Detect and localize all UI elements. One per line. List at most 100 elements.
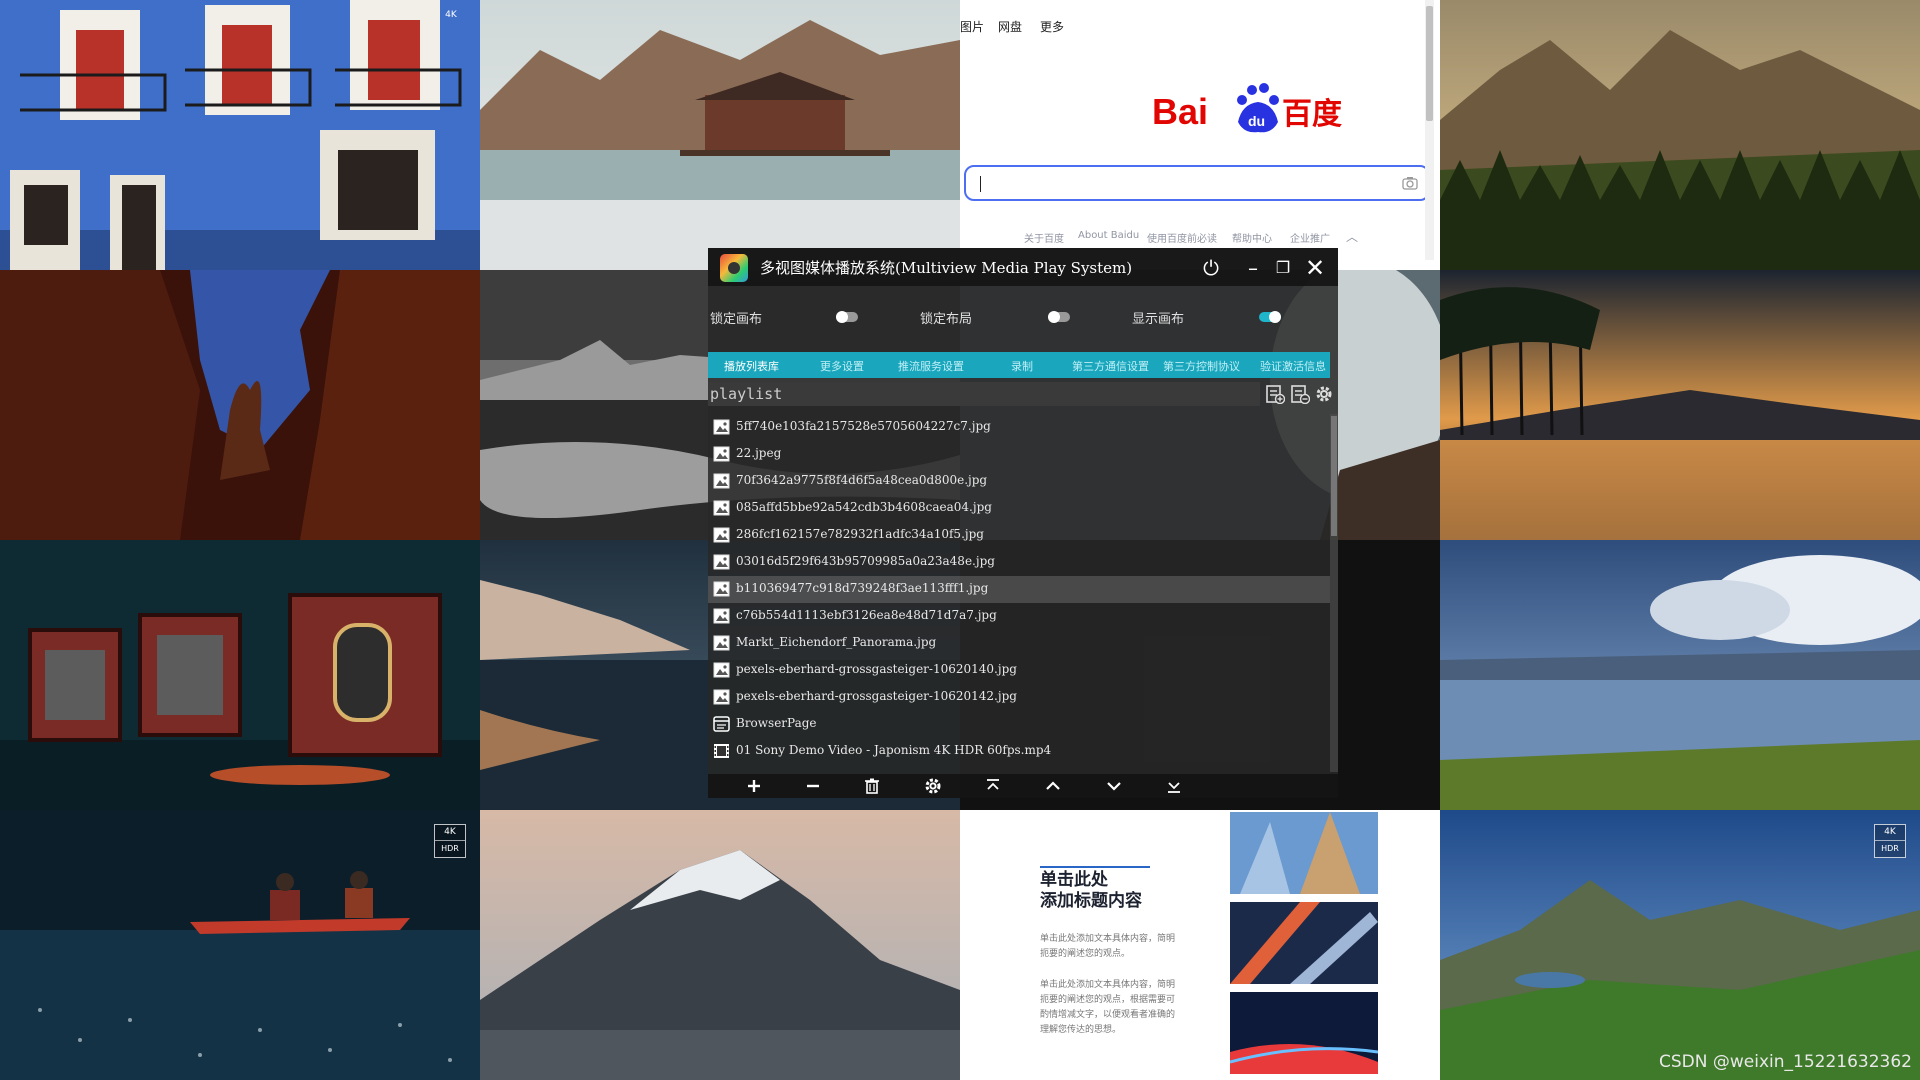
playlist-item-label: BrowserPage (736, 716, 817, 730)
playlist-item[interactable]: 03016d5f29f643b95709985a0a23a48e.jpg (708, 549, 1330, 576)
trash-icon[interactable] (863, 777, 881, 795)
playlist-item[interactable]: 01 Sony Demo Video - Japonism 4K HDR 60f… (708, 738, 1330, 765)
lock-canvas-switch[interactable] (836, 311, 858, 323)
playlist-item[interactable]: BrowserPage (708, 711, 1330, 738)
4k-hdr-badge: 4K HDR (1874, 824, 1906, 858)
footer-link-terms[interactable]: 使用百度前必读 (1147, 230, 1217, 245)
playlist-toolbar (708, 774, 1338, 798)
playlist-item[interactable]: 70f3642a9775f8f4d6f5a48cea0d800e.jpg (708, 468, 1330, 495)
move-down-icon[interactable] (1105, 777, 1123, 795)
playlist-scrollbar[interactable] (1330, 414, 1338, 772)
move-bottom-icon[interactable] (1165, 777, 1183, 795)
tab-bar: 播放列表库 更多设置 推流服务设置 录制 第三方通信设置 第三方控制协议 验证激… (708, 352, 1330, 378)
playlist-item-label: c76b554d1113ebf3126ea8e48d71d7a7.jpg (736, 608, 997, 622)
svg-text:Bai: Bai (1152, 91, 1208, 132)
toggle-row: 锁定画布 锁定布局 显示画布 (708, 302, 1338, 332)
playlist-item[interactable]: pexels-eberhard-grossgasteiger-10620142.… (708, 684, 1330, 711)
baidu-link-netdisk[interactable]: 网盘 (998, 18, 1022, 35)
baidu-link-more[interactable]: 更多 (1040, 18, 1064, 35)
image-file-icon (713, 554, 730, 570)
scrollbar-thumb[interactable] (1331, 416, 1337, 536)
tile-lake-cabin (480, 0, 960, 270)
image-file-icon (713, 473, 730, 489)
playlist-name-field[interactable]: playlist (708, 382, 1260, 406)
playlist-item-label: pexels-eberhard-grossgasteiger-10620140.… (736, 662, 1017, 676)
tab-third-party-control[interactable]: 第三方控制协议 (1163, 358, 1240, 374)
switch-knob (836, 311, 848, 323)
doc-title: 单击此处 添加标题内容 (1040, 870, 1142, 912)
badge-4k-label: 4K (444, 827, 456, 837)
playlist-item[interactable]: pexels-eberhard-grossgasteiger-10620140.… (708, 657, 1330, 684)
badge-hdr-label: HDR (1875, 840, 1905, 856)
text-cursor (980, 176, 981, 192)
tab-activation-info[interactable]: 验证激活信息 (1260, 358, 1326, 374)
playlist-item[interactable]: 5ff740e103fa2157528e5705604227c7.jpg (708, 414, 1330, 441)
tab-more-settings[interactable]: 更多设置 (820, 358, 864, 374)
tab-third-party-comm[interactable]: 第三方通信设置 (1072, 358, 1149, 374)
playlist-item[interactable]: b110369477c918d739248f3ae113fff1.jpg (708, 576, 1330, 603)
tile-clouds-lake (1440, 540, 1920, 810)
footer-link-about[interactable]: 关于百度 (1024, 230, 1064, 245)
scrollbar-thumb[interactable] (1426, 6, 1433, 121)
playlist-item-label: 01 Sony Demo Video - Japonism 4K HDR 60f… (736, 743, 1052, 757)
playlist-item-label: 5ff740e103fa2157528e5705604227c7.jpg (736, 419, 991, 433)
player-window[interactable]: 多视图媒体播放系统(Multiview Media Play System) ⏻… (708, 248, 1338, 798)
show-canvas-switch[interactable] (1259, 311, 1281, 323)
footer-link-about-en[interactable]: About Baidu (1078, 230, 1139, 241)
svg-text:du: du (1248, 113, 1265, 129)
playlist-item[interactable]: Markt_Eichendorf_Panorama.jpg (708, 630, 1330, 657)
add-playlist-icon[interactable] (1265, 384, 1285, 404)
playlist-item[interactable]: 286fcf162157e782932f1adfc34a10f5.jpg (708, 522, 1330, 549)
tab-recording[interactable]: 录制 (1011, 358, 1033, 374)
playlist-item[interactable]: 22.jpeg (708, 441, 1330, 468)
image-file-icon (713, 635, 730, 651)
chevron-up-icon[interactable]: ︿ (1346, 228, 1358, 245)
playlist-item-label: pexels-eberhard-grossgasteiger-10620142.… (736, 689, 1017, 703)
move-up-icon[interactable] (1044, 777, 1062, 795)
4k-badge: 4K (436, 8, 466, 40)
image-file-icon (713, 662, 730, 678)
playlist-item[interactable]: c76b554d1113ebf3126ea8e48d71d7a7.jpg (708, 603, 1330, 630)
tab-stream-settings[interactable]: 推流服务设置 (898, 358, 964, 374)
badge-hdr-label: HDR (435, 840, 465, 856)
alpine-forest-image (1440, 0, 1920, 270)
gear-icon[interactable] (924, 777, 942, 795)
move-top-icon[interactable] (984, 777, 1002, 795)
add-icon[interactable] (745, 777, 763, 795)
video-file-icon (714, 744, 729, 758)
window-titlebar[interactable]: 多视图媒体播放系统(Multiview Media Play System) ⏻… (708, 248, 1338, 286)
power-icon[interactable]: ⏻ (1196, 254, 1226, 282)
4k-hdr-badge: 4K HDR (434, 824, 466, 858)
remove-icon[interactable] (804, 777, 822, 795)
image-file-icon (713, 608, 730, 624)
browser-page-icon (713, 716, 730, 732)
lock-layout-label: 锁定布局 (920, 312, 973, 327)
badge-4k-label: 4K (445, 10, 457, 20)
baidu-link-images[interactable]: 图片 (960, 18, 984, 35)
playlist-item[interactable]: 085affd5bbe92a542cdb3b4608caea04.jpg (708, 495, 1330, 522)
playlist-item-label: 286fcf162157e782932f1adfc34a10f5.jpg (736, 527, 984, 541)
gear-icon[interactable] (1314, 384, 1334, 404)
remove-playlist-icon[interactable] (1290, 384, 1310, 404)
browser-scrollbar[interactable] (1425, 0, 1434, 260)
tile-alpine-forest (1440, 0, 1920, 270)
playlist-item-label: Markt_Eichendorf_Panorama.jpg (736, 635, 937, 649)
doc-title-line1: 单击此处 (1040, 870, 1108, 890)
footer-link-help[interactable]: 帮助中心 (1232, 230, 1272, 245)
title-accent-line (1040, 866, 1150, 868)
image-file-icon (713, 527, 730, 543)
lock-layout-switch[interactable] (1048, 311, 1070, 323)
playlist-item-label: b110369477c918d739248f3ae113fff1.jpg (736, 581, 989, 595)
tile-baidu-browser[interactable]: 图片 网盘 更多 Bai du 百度 关于百度 About Baidu 使用百度… (960, 0, 1440, 270)
baidu-search-input[interactable] (964, 165, 1430, 201)
minimize-icon[interactable]: – (1238, 254, 1268, 282)
camera-icon[interactable] (1402, 176, 1418, 190)
image-file-icon (713, 689, 730, 705)
tile-lake-sunset (1440, 270, 1920, 540)
restore-icon[interactable]: ❐ (1268, 254, 1298, 282)
tab-playlist-library[interactable]: 播放列表库 (724, 358, 779, 374)
green-valley-image (1440, 810, 1920, 1080)
app-logo-icon (720, 254, 748, 282)
footer-link-ads[interactable]: 企业推广 (1290, 230, 1330, 245)
close-icon[interactable]: ✕ (1300, 254, 1330, 282)
